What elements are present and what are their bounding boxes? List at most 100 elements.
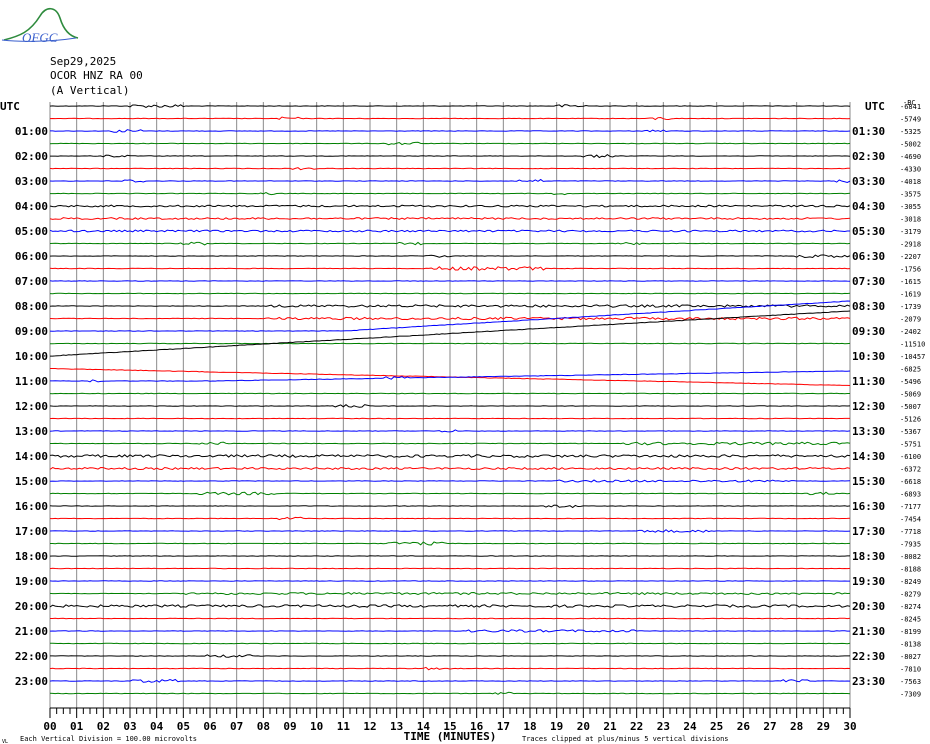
trace-offset-label: -5751 — [900, 441, 921, 449]
x-tick-label: 02 — [97, 720, 110, 733]
right-axis-title: UTC — [865, 100, 885, 113]
right-time-label: 12:30 — [852, 400, 885, 413]
left-time-label: 22:00 — [15, 650, 48, 663]
trace-offset-label: -1756 — [900, 266, 921, 274]
left-time-label: 10:00 — [15, 350, 48, 363]
trace-offset-label: -8245 — [900, 616, 921, 624]
left-time-label: 11:00 — [15, 375, 48, 388]
left-time-label: 03:00 — [15, 175, 48, 188]
left-time-label: 05:00 — [15, 225, 48, 238]
plot-labels: UTC 01:00 02:00 03:00 04:00 05:00 06:00 07:00 08… — [0, 99, 925, 744]
seismic-trace-37 — [49, 567, 851, 570]
left-time-label: 13:00 — [15, 425, 48, 438]
trace-offset-label: -6372 — [900, 466, 921, 474]
trace-offset-label: -11510 — [900, 341, 925, 349]
trace-offset-label: -8082 — [900, 553, 921, 561]
seismic-trace-15 — [49, 292, 851, 295]
trace-offset-label: -8027 — [900, 653, 921, 661]
trace-offset-label: -6618 — [900, 478, 921, 486]
x-tick-label: 30 — [843, 720, 856, 733]
right-time-label: 17:30 — [852, 525, 885, 538]
right-time-label: 04:30 — [852, 200, 885, 213]
x-tick-label: 01 — [70, 720, 84, 733]
right-time-label: 01:30 — [852, 125, 885, 138]
right-time-label: 23:30 — [852, 675, 885, 688]
trace-offset-label: -8279 — [900, 591, 921, 599]
trace-offset-label: -7718 — [900, 528, 921, 536]
seismic-trace-43 — [49, 642, 851, 645]
left-time-label: 06:00 — [15, 250, 48, 263]
left-time-label: 02:00 — [15, 150, 48, 163]
x-axis-label: TIME (MINUTES) — [404, 730, 497, 743]
seismic-trace-23 — [49, 392, 851, 395]
right-time-label: 03:30 — [852, 175, 885, 188]
trace-offset-label: -6825 — [900, 366, 921, 374]
trace-offset-label: -7935 — [900, 541, 921, 549]
trace-offset-label: -5069 — [900, 391, 921, 399]
trace-offset-label: -3055 — [900, 203, 921, 211]
trace-offset-label: -7177 — [900, 503, 921, 511]
trace-offset-label: -5002 — [900, 141, 921, 149]
left-time-label: 18:00 — [15, 550, 48, 563]
left-time-label: 04:00 — [15, 200, 48, 213]
seismic-trace-41 — [49, 617, 851, 620]
trace-offset-label: -5367 — [900, 428, 921, 436]
x-tick-label: 22 — [630, 720, 643, 733]
right-time-label: 08:30 — [852, 300, 885, 313]
plot-grid — [49, 102, 851, 718]
trace-offset-label: -7309 — [900, 691, 921, 699]
trace-offset-label: -1619 — [900, 291, 921, 299]
x-tick-label: 06 — [203, 720, 217, 733]
x-tick-label: 21 — [603, 720, 617, 733]
seismic-trace-25 — [49, 417, 851, 420]
trace-offset-label: -8188 — [900, 566, 921, 574]
left-time-label: 07:00 — [15, 275, 48, 288]
x-tick-label: 12 — [363, 720, 376, 733]
x-tick-label: 11 — [337, 720, 351, 733]
trace-offset-label: -4690 — [900, 153, 921, 161]
right-time-label: 13:30 — [852, 425, 885, 438]
seismic-trace-14 — [49, 280, 851, 282]
footer-clip-note: Traces clipped at plus/minus 5 vertical … — [522, 735, 729, 743]
x-tick-label: 29 — [817, 720, 830, 733]
right-time-label: 10:30 — [852, 350, 885, 363]
right-time-label: 22:30 — [852, 650, 885, 663]
x-tick-label: 28 — [790, 720, 803, 733]
trace-offset-label: -7810 — [900, 666, 921, 674]
left-time-label: 21:00 — [15, 625, 48, 638]
right-time-label: 09:30 — [852, 325, 885, 338]
trace-offset-label: -3179 — [900, 228, 921, 236]
trace-offset-label: -2079 — [900, 316, 921, 324]
left-time-label: 15:00 — [15, 475, 48, 488]
trace-offset-label: -6100 — [900, 453, 921, 461]
left-time-label: 19:00 — [15, 575, 48, 588]
right-time-label: 18:30 — [852, 550, 885, 563]
trace-offset-label: -8199 — [900, 628, 921, 636]
right-time-label: 06:30 — [852, 250, 885, 263]
right-time-label: 15:30 — [852, 475, 885, 488]
left-time-label: 12:00 — [15, 400, 48, 413]
right-time-label: 07:30 — [852, 275, 885, 288]
x-tick-label: 19 — [550, 720, 563, 733]
left-time-label: 23:00 — [15, 675, 48, 688]
x-tick-label: 18 — [523, 720, 536, 733]
trace-offset-label: -4330 — [900, 166, 921, 174]
left-time-label: 09:00 — [15, 325, 48, 338]
trace-offset-label: -8274 — [900, 603, 921, 611]
trace-offset-label: -1739 — [900, 303, 921, 311]
x-tick-label: 03 — [123, 720, 136, 733]
trace-offset-label: -5749 — [900, 116, 921, 124]
left-time-label: 08:00 — [15, 300, 48, 313]
x-tick-label: 26 — [737, 720, 751, 733]
trace-offset-label: -4018 — [900, 178, 921, 186]
left-time-label: 20:00 — [15, 600, 48, 613]
right-time-label: 19:30 — [852, 575, 885, 588]
trace-offset-label: -5325 — [900, 128, 921, 136]
trace-offset-label: -5007 — [900, 403, 921, 411]
x-tick-label: 07 — [230, 720, 243, 733]
trace-offset-label: -7563 — [900, 678, 921, 686]
trace-offset-label: -2402 — [900, 328, 921, 336]
seismic-trace-38 — [49, 580, 851, 582]
helicorder-plot: UTC 01:00 02:00 03:00 04:00 05:00 06:00 07:00 08… — [0, 99, 925, 744]
right-time-label: 21:30 — [852, 625, 885, 638]
